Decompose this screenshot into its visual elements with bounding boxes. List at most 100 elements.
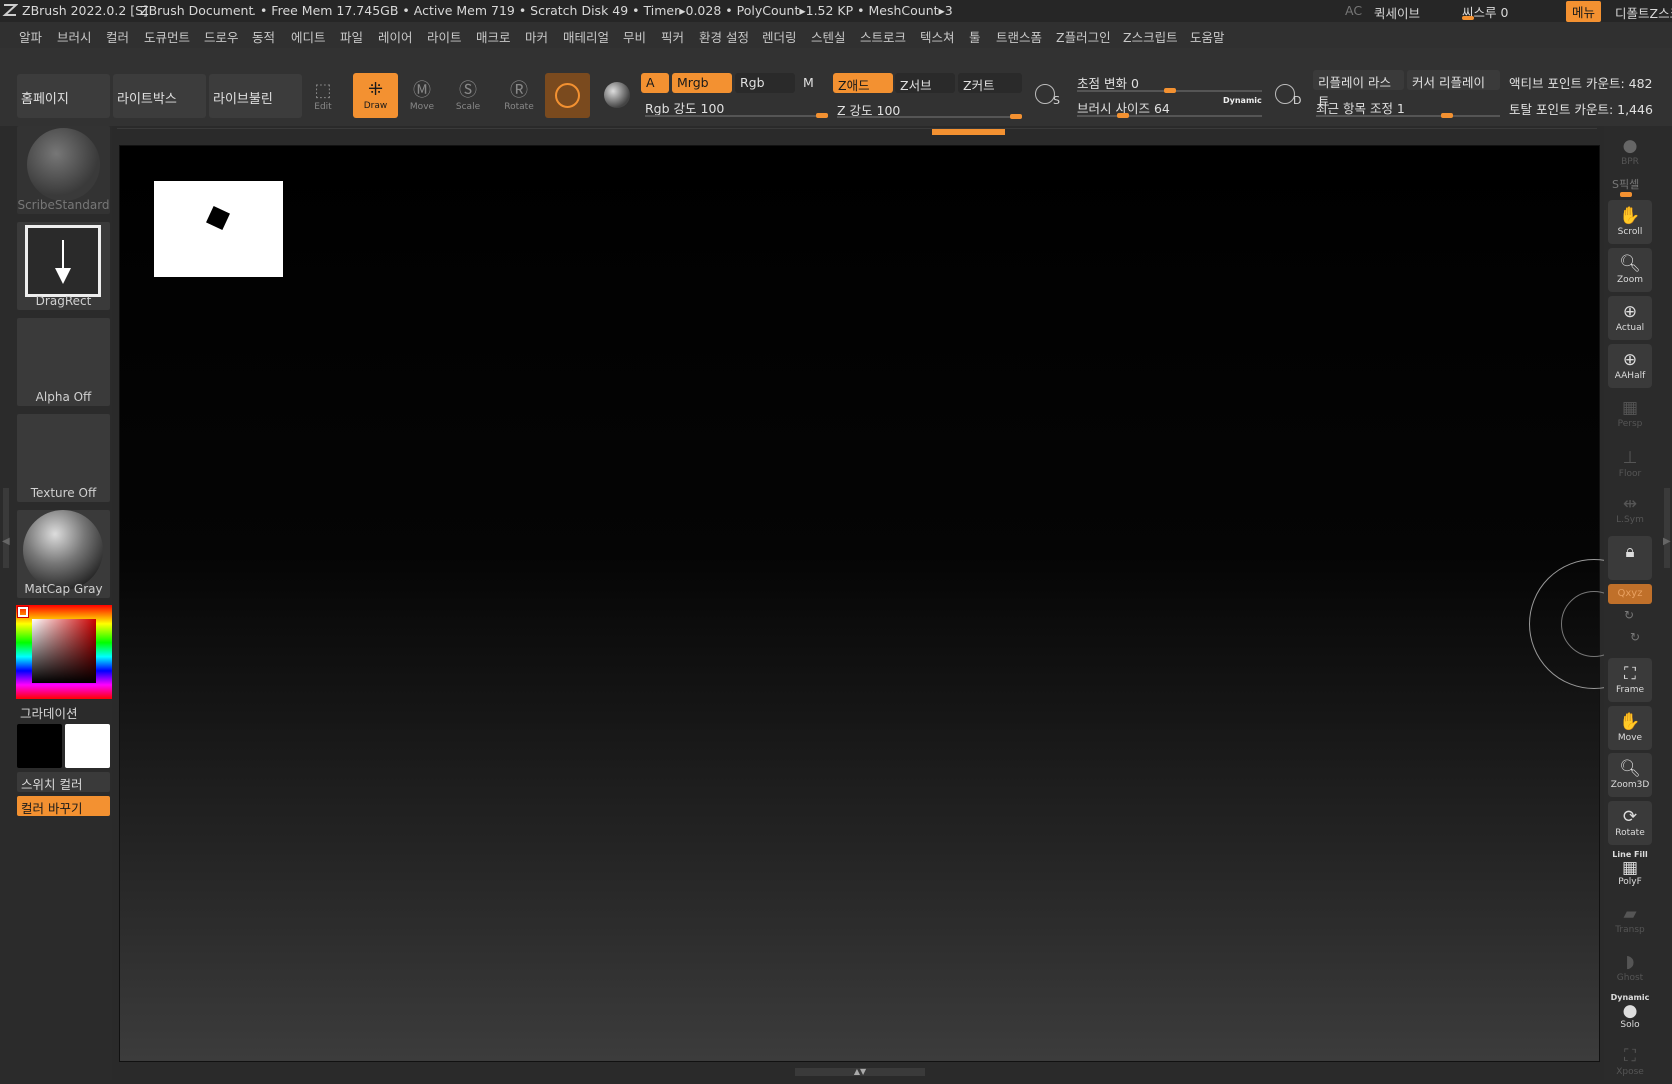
color-picker[interactable] [16,605,112,699]
brush-size-slider[interactable] [1077,115,1262,117]
secondary-color-swatch[interactable] [65,724,110,768]
zoom3d-button[interactable]: 🔍︎ Zoom3D [1608,753,1652,797]
actual-button[interactable]: ⊕ Actual [1608,296,1652,340]
rgb-intensity-slider[interactable] [645,115,828,117]
color-picker-square[interactable] [32,619,96,683]
lazymouse-s-button[interactable]: S [1033,76,1063,110]
material-selector[interactable]: MatCap Gray [17,510,110,598]
menu-macro[interactable]: 매크로 [476,27,511,46]
lock-button[interactable]: 🔒︎ [1608,536,1652,580]
rotate-z-icon[interactable]: ↻ [1630,630,1640,644]
zsub-toggle[interactable]: Z서브 [895,73,955,93]
left-tray-handle[interactable] [3,488,9,568]
menu-light[interactable]: 라이트 [427,27,462,46]
menu-draw[interactable]: 드로우 [204,27,239,46]
replay-last-button[interactable]: 리플레이 라스트 [1313,70,1404,109]
liveboolean-button[interactable]: 라이브불린 [209,74,302,118]
menu-alpha[interactable]: 알파 [19,27,42,46]
bottom-tray-handle[interactable]: ▲▼ [795,1068,925,1076]
material-sphere-button[interactable] [545,73,590,118]
lsym-button[interactable]: ⇹ L.Sym [1608,488,1652,532]
rotate-y-icon[interactable]: ↻ [1624,608,1634,622]
floor-button[interactable]: ⊥ Floor [1608,442,1652,486]
gradient-label[interactable]: 그라데이션 [20,703,78,722]
color-picker-marker[interactable] [17,606,29,618]
a-toggle[interactable]: A [641,73,669,93]
scroll-button[interactable]: ✋ Scroll [1608,200,1652,244]
ac-label[interactable]: AC [1345,3,1362,18]
zcut-toggle[interactable]: Z커트 [958,73,1022,93]
menu-tool[interactable]: 툴 [969,27,981,46]
menu-texture[interactable]: 텍스쳐 [920,27,955,46]
edit-button[interactable]: ⬚ Edit [301,74,345,118]
menu-zscript[interactable]: Z스크립트 [1123,27,1178,46]
menu-material[interactable]: 매테리얼 [563,27,609,46]
menu-picker[interactable]: 픽커 [661,27,684,46]
menu-transform[interactable]: 트랜스폼 [996,27,1042,46]
menu-marker[interactable]: 마커 [525,27,548,46]
draw-button[interactable]: ⁜ Draw [353,73,398,118]
bpr-button[interactable]: ● BPR [1608,130,1652,174]
ghost-button[interactable]: ◗ Ghost [1608,946,1652,990]
focal-shift-knob[interactable] [1164,88,1176,93]
menu-movie-dynamics[interactable]: 동적 [252,27,275,46]
alpha-selector[interactable]: Alpha Off [17,318,110,406]
menu-movie[interactable]: 무비 [623,27,646,46]
navigation-thumbnail[interactable] [154,181,283,277]
rgb-intensity-knob[interactable] [816,113,828,118]
ruler-highlight[interactable] [932,129,1005,135]
menu-zplugin[interactable]: Z플러그인 [1056,27,1111,46]
seethrough-knob[interactable] [1462,16,1474,20]
cursor-replay-button[interactable]: 커서 리플레이 [1407,70,1500,90]
menu-layer[interactable]: 레이어 [378,27,413,46]
spix-knob[interactable] [1620,192,1632,197]
seethrough-slider[interactable]: 씨스루 0 [1460,1,1566,20]
left-collapse-icon[interactable]: ◀ [2,536,10,547]
brush-size-knob[interactable] [1117,113,1129,118]
rotate-view-button[interactable]: ⟳ Rotate [1608,801,1652,845]
menu-color[interactable]: 컬러 [106,27,129,46]
z-intensity-knob[interactable] [1010,114,1022,119]
primary-color-swatch[interactable] [17,724,62,768]
right-collapse-icon[interactable]: ▶ [1663,536,1671,547]
frame-button[interactable]: ⛶ Frame [1608,658,1652,702]
z-intensity-slider[interactable] [837,116,1022,118]
solo-button[interactable]: Dynamic ● Solo [1608,992,1652,1036]
rgb-toggle[interactable]: Rgb [735,73,795,93]
xyz-rotate-toggle[interactable]: Qxyz [1608,584,1652,604]
move-view-button[interactable]: ✋ Move [1608,706,1652,750]
recent-adjust-knob[interactable] [1441,113,1453,118]
polyf-button[interactable]: Line Fill ▦ PolyF [1608,849,1652,893]
menu-preferences[interactable]: 환경 설정 [699,27,749,46]
recent-adjust-slider[interactable] [1316,115,1500,117]
stroke-selector[interactable]: DragRect [17,222,110,310]
lazymouse-d-button[interactable]: D [1272,76,1304,110]
menu-stencil[interactable]: 스텐실 [811,27,846,46]
quicksave-button[interactable]: 퀵세이브 [1374,3,1420,22]
brush-selector[interactable]: ScribeStandard [17,126,110,214]
persp-button[interactable]: ▦ Persp [1608,392,1652,436]
menu-button[interactable]: 메뉴 [1566,1,1602,22]
mrgb-toggle[interactable]: Mrgb [672,73,732,93]
right-tray-handle[interactable] [1664,488,1670,568]
lightbox-button[interactable]: 라이트박스 [113,74,206,118]
switch-color-button[interactable]: 스위치 컬러 [17,772,110,792]
gyro-button[interactable] [600,76,634,114]
rotate-button[interactable]: Ⓡ Rotate [497,74,541,118]
aahalf-button[interactable]: ⊕ AAHalf [1608,344,1652,388]
homepage-button[interactable]: 홈페이지 [17,74,110,118]
move-button[interactable]: Ⓜ Move [400,74,444,118]
texture-selector[interactable]: Texture Off [17,414,110,502]
transp-button[interactable]: ▰ Transp [1608,898,1652,942]
menu-brush[interactable]: 브러시 [57,27,92,46]
menu-document[interactable]: 도큐먼트 [144,27,190,46]
default-zscript-button[interactable]: 디폴트Z스크 [1615,3,1672,22]
m-toggle[interactable]: M [798,73,828,93]
menu-stroke[interactable]: 스트로크 [860,27,906,46]
menu-edit[interactable]: 에디트 [291,27,326,46]
xpose-button[interactable]: ⛶ Xpose [1608,1040,1652,1084]
menu-help[interactable]: 도움말 [1190,27,1225,46]
menu-render[interactable]: 렌더링 [762,27,797,46]
zadd-toggle[interactable]: Z애드 [833,73,893,93]
color-swap-button[interactable]: 컬러 바꾸기 [17,796,110,816]
